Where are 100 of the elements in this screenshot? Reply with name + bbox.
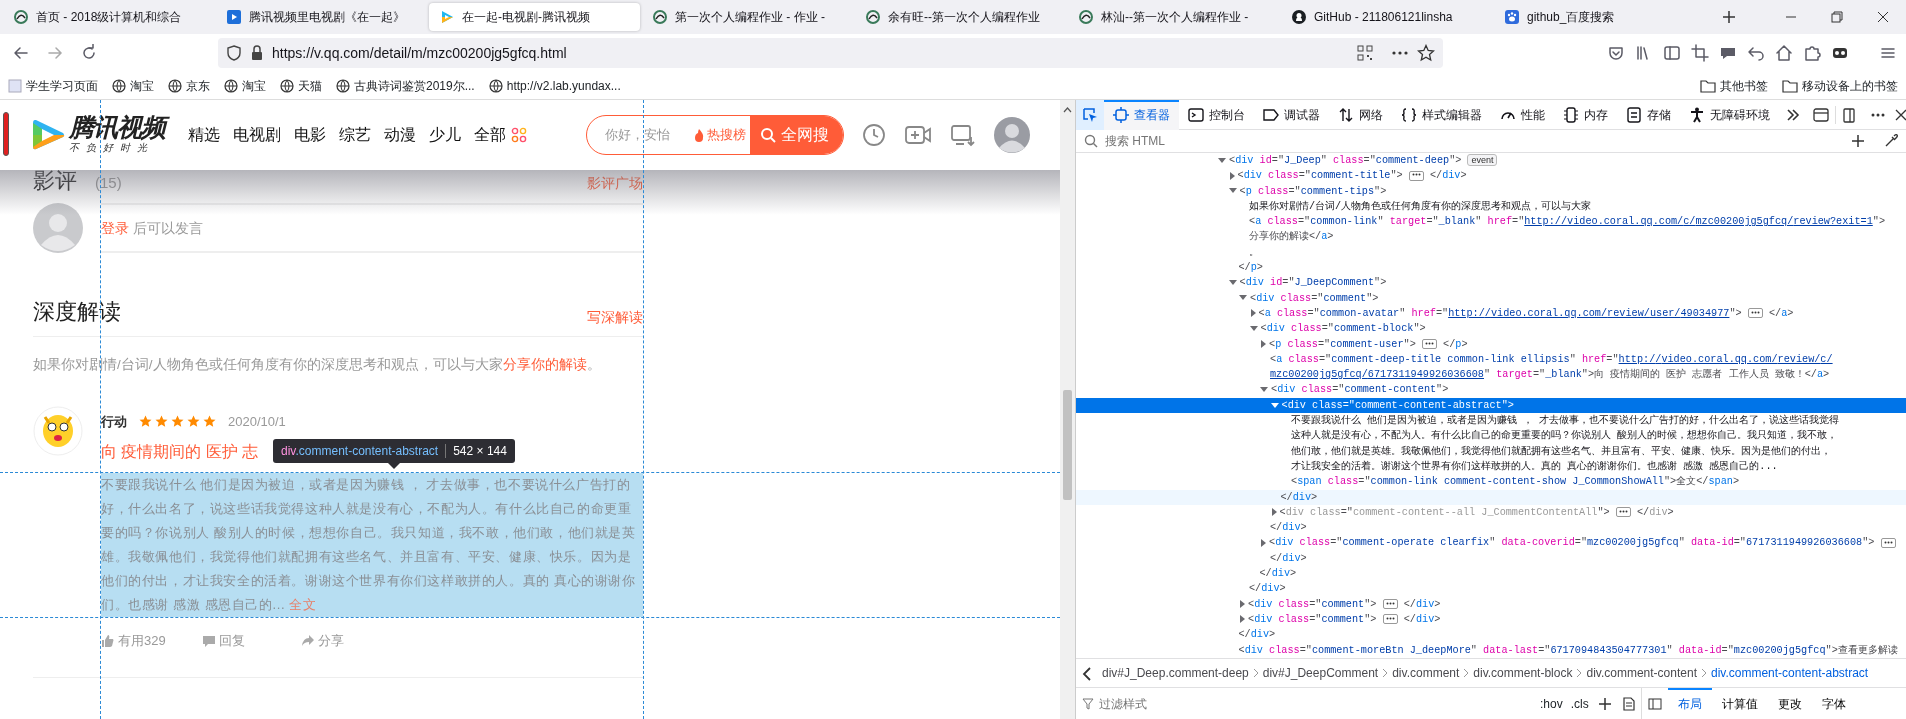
markup-line[interactable]: <div id="J_Deep" class="comment-deep"> event bbox=[1076, 153, 1906, 169]
undo-icon[interactable] bbox=[1747, 44, 1765, 63]
star-icon[interactable] bbox=[1417, 44, 1435, 62]
chevron-left-icon[interactable] bbox=[1082, 666, 1092, 681]
bookmark[interactable]: 学生学习页面 bbox=[8, 76, 98, 95]
markup-line[interactable]: <a class="common-link" target="_blank" href="http://video.coral.qq.com/c/mzc00200jg5gfcq/review?exit=1"> 分享你的解读</a> bbox=[1076, 214, 1906, 245]
pocket-icon[interactable] bbox=[1607, 44, 1625, 63]
markup-line[interactable]: <div class="comment-title"> </div> bbox=[1076, 168, 1906, 184]
address-bar[interactable]: https://v.qq.com/detail/m/mzc00200jg5gfcq.html bbox=[218, 38, 1443, 68]
devtools-tab[interactable]: 网络 bbox=[1329, 99, 1392, 130]
markup-line[interactable]: <div class="comment-block"> bbox=[1076, 321, 1906, 337]
markup-line[interactable]: <p class="comment-user"> </p> bbox=[1076, 336, 1906, 352]
restore-icon[interactable] bbox=[1831, 11, 1843, 23]
breadcrumb[interactable]: div#J_DeepComment bbox=[1258, 664, 1383, 682]
lock-icon[interactable] bbox=[250, 45, 264, 61]
bookmark[interactable]: 古典诗词鉴赏2019尔... bbox=[336, 76, 475, 95]
nav-link[interactable]: 电影 bbox=[294, 123, 326, 147]
browser-tab[interactable]: 第一次个人编程作业 - 作业 - bbox=[642, 3, 853, 31]
browser-tab[interactable]: 在一起-电视剧-腾讯视频 bbox=[429, 3, 640, 31]
devtools-tab[interactable]: 存储 bbox=[1617, 99, 1680, 130]
markup-line[interactable]: <div class="comment"> </div> bbox=[1076, 596, 1906, 612]
bookmark[interactable]: http://v2.lab.yundax... bbox=[488, 76, 621, 95]
breadcrumb[interactable]: div.comment-content bbox=[1582, 664, 1701, 682]
breadcrumb[interactable]: div.comment-content-abstract bbox=[1706, 664, 1873, 682]
markup-line[interactable]: <div class="comment"> bbox=[1076, 290, 1906, 306]
markup-line[interactable]: <span class="common-link comment-content-show J_CommonShowAll">全文</span> bbox=[1076, 474, 1906, 490]
nav-link[interactable]: 全部 bbox=[474, 123, 506, 147]
scrollbar-track[interactable] bbox=[1060, 100, 1075, 719]
close-icon[interactable] bbox=[1895, 109, 1906, 122]
markup-line[interactable]: </div> bbox=[1076, 581, 1906, 597]
browser-tab[interactable]: 余有旺--第一次个人编程作业 bbox=[855, 3, 1066, 31]
devtools-tab[interactable]: 查看器 bbox=[1104, 99, 1179, 130]
element-picker-icon[interactable] bbox=[1082, 106, 1098, 123]
breadcrumb[interactable]: div#J_Deep.comment-deep bbox=[1098, 664, 1253, 682]
grid-icon[interactable] bbox=[511, 127, 527, 143]
markup-line[interactable]: </div> bbox=[1076, 627, 1906, 643]
devtools-tab[interactable]: 无障碍环境 bbox=[1680, 99, 1779, 130]
add-icon[interactable] bbox=[1598, 698, 1611, 711]
sidebar-icon[interactable] bbox=[1663, 44, 1681, 63]
scrollbar-thumb[interactable] bbox=[1063, 390, 1072, 500]
bookmark[interactable]: 京东 bbox=[168, 76, 210, 95]
breadcrumb[interactable]: div.comment-block bbox=[1469, 664, 1577, 682]
markup-line[interactable]: <div class="comment-content--all J_CommentContentAll"> </div> bbox=[1076, 504, 1906, 521]
avatar-icon[interactable] bbox=[994, 117, 1030, 153]
browser-tab[interactable]: 腾讯视频里电视剧《在一起》 bbox=[216, 3, 427, 31]
markup-line[interactable]: <div class="comment"> </div> bbox=[1076, 611, 1906, 628]
rule-button[interactable]: :hov bbox=[1536, 693, 1567, 714]
close-icon[interactable] bbox=[1877, 11, 1889, 23]
sidebar-tab[interactable]: 计算值 bbox=[1711, 688, 1768, 719]
devtools-tab[interactable]: 调试器 bbox=[1254, 99, 1329, 130]
nav-link[interactable]: 少儿 bbox=[429, 123, 461, 147]
clock-icon[interactable] bbox=[862, 123, 886, 147]
sidebar-tab[interactable]: 更改 bbox=[1767, 688, 1812, 719]
bookmark[interactable]: 天猫 bbox=[280, 76, 322, 95]
bookmark-folder[interactable]: 其他书签 bbox=[1700, 76, 1768, 95]
markup-line[interactable]: </p> bbox=[1076, 260, 1906, 276]
markup-line[interactable]: <div id="J_DeepComment"> bbox=[1076, 275, 1906, 291]
screen-download-icon[interactable] bbox=[950, 123, 976, 147]
bookmark-folder[interactable]: 移动设备上的书签 bbox=[1782, 76, 1898, 95]
markup-line[interactable]: <p class="comment-tips"> bbox=[1076, 183, 1906, 199]
home-icon[interactable] bbox=[1775, 44, 1793, 63]
markup-line[interactable]: <div class="comment-content"> bbox=[1076, 382, 1906, 398]
breadcrumb[interactable]: div.comment bbox=[1388, 664, 1464, 682]
nav-link[interactable]: 精选 bbox=[188, 123, 220, 147]
browser-tab[interactable]: 林汕--第一次个人编程作业 - bbox=[1068, 3, 1279, 31]
puzzle-icon[interactable] bbox=[1803, 44, 1821, 63]
browser-tab[interactable]: github_百度搜索 bbox=[1494, 3, 1705, 31]
video-camera-icon[interactable] bbox=[904, 123, 932, 147]
devtools-tab[interactable]: 控制台 bbox=[1179, 99, 1254, 130]
layout-icon[interactable] bbox=[1813, 107, 1829, 124]
markup-line[interactable]: </div> bbox=[1076, 566, 1906, 582]
markup-line[interactable]: <a class="common-avatar" href="http://video.coral.qq.com/review/user/49034977"> </a> bbox=[1076, 305, 1906, 322]
nav-link[interactable]: 综艺 bbox=[339, 123, 371, 147]
sidebar-tab[interactable]: 字体 bbox=[1811, 688, 1856, 719]
filter-icon bbox=[1082, 697, 1094, 710]
bookmark[interactable]: 淘宝 bbox=[112, 76, 154, 95]
new-tab-icon[interactable] bbox=[1722, 10, 1736, 24]
nav-link[interactable]: 电视剧 bbox=[233, 123, 281, 147]
markup-line[interactable]: <div class="comment-operate clearfix" data-coverid="mzc00200jg5gfcq" data-id="6717311949926036608"> bbox=[1076, 535, 1906, 551]
browser-tab[interactable]: GitHub - 211806121linsha bbox=[1281, 3, 1492, 31]
document-icon[interactable] bbox=[1622, 697, 1635, 712]
devtools-tab[interactable]: 内存 bbox=[1554, 99, 1617, 130]
bookmark[interactable]: 淘宝 bbox=[224, 76, 266, 95]
devtools-tab[interactable]: 性能 bbox=[1491, 99, 1554, 130]
nav-link[interactable]: 动漫 bbox=[384, 123, 416, 147]
panel-icon[interactable] bbox=[1647, 697, 1662, 710]
browser-tab[interactable]: 首页 - 2018级计算机和综合 bbox=[3, 3, 214, 31]
dock-icon[interactable] bbox=[1842, 107, 1858, 124]
shield-icon[interactable] bbox=[226, 45, 242, 61]
sidebar-tab[interactable]: 布局 bbox=[1667, 688, 1712, 719]
markup-line[interactable]: </div> bbox=[1076, 520, 1906, 536]
markup-line[interactable]: </div> bbox=[1076, 550, 1906, 566]
eyedropper-icon[interactable] bbox=[1884, 134, 1898, 148]
markup-line[interactable]: <a class="comment-deep-title common-link ellipsis" href="http://video.coral.qq.com/review/c/mzc00200jg5gfcq/6717311949926036608" target="_blank">向 疫情期间的 医护 志愿者 工作人员 致敬！</a> bbox=[1076, 351, 1906, 383]
qr-code-icon[interactable] bbox=[1357, 45, 1373, 61]
rule-button[interactable]: .cls bbox=[1566, 693, 1593, 714]
add-icon[interactable] bbox=[1851, 134, 1865, 148]
crop-icon[interactable] bbox=[1691, 44, 1709, 63]
devtools-tab[interactable]: 样式编辑器 bbox=[1392, 99, 1491, 130]
markup-line[interactable]: <div class="comment-moreBtn J_deepMore" data-last="6717094843504777301" data-id="mzc00200jg5gfcq">查看更多解读 bbox=[1076, 642, 1906, 658]
